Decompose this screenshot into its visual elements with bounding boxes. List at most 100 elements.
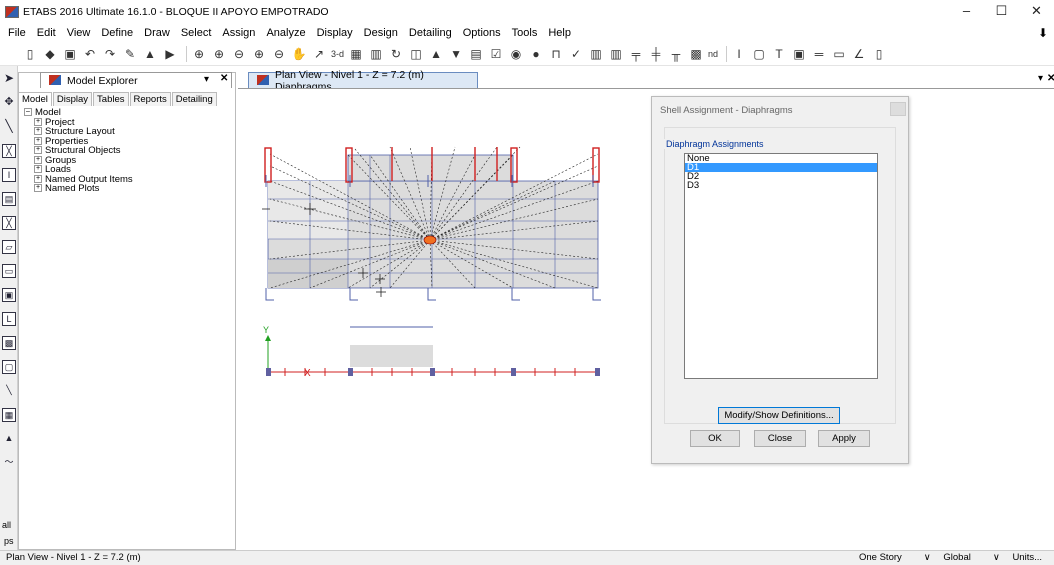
tree-item-groups[interactable]: + Groups [24,155,133,166]
subtab-model[interactable]: Model [18,92,52,106]
quick-draw-walls-icon[interactable]: ▩ [2,336,16,350]
close-button[interactable]: Close [754,430,806,447]
new-model-icon[interactable]: ▯ [22,46,38,62]
open-icon[interactable]: ◆ [42,46,58,62]
menu-assign[interactable]: Assign [222,27,255,39]
menu-tools[interactable]: Tools [512,27,538,39]
expand-icon[interactable]: + [34,155,42,164]
list-item-d3[interactable]: D3 [685,181,877,191]
draw-beam-icon[interactable]: I [731,46,747,62]
menu-define[interactable]: Define [101,27,133,39]
close-window-button[interactable]: ✕ [1019,0,1054,24]
draw-frame-line-icon[interactable]: ╲ [2,120,16,134]
display-options-icon[interactable]: ☑ [488,46,504,62]
menu-analyze[interactable]: Analyze [266,27,305,39]
select-previous-icon[interactable]: ps [4,536,14,546]
draw-link-icon[interactable]: ╲ [2,384,16,398]
move-up-icon[interactable]: ▲ [428,46,444,62]
story-selector[interactable]: One Story [849,551,914,565]
lock-icon[interactable]: ▲ [142,46,158,62]
draw-rectangle-icon[interactable]: ▭ [831,46,847,62]
draw-wall-icon-left[interactable]: L [2,312,16,326]
diaphragm-listbox[interactable]: None D1 D2 D3 [684,153,878,379]
plan-close-icon[interactable]: ✕ [1047,73,1054,84]
rotate-icon[interactable]: ↻ [388,46,404,62]
zoom-previous-icon[interactable]: ⊖ [231,46,247,62]
tree-item-structural-objects[interactable]: + Structural Objects [24,146,133,156]
grid-icon[interactable]: ▥ [588,46,604,62]
plan-view-area[interactable]: Y X [238,88,1054,550]
run-icon[interactable]: ▶ [162,46,178,62]
apply-button[interactable]: Apply [818,430,870,447]
lower-slab[interactable] [350,345,433,367]
nd-button[interactable]: nd [708,49,718,59]
list-item-d2[interactable]: D2 [685,172,877,182]
zoom-in-icon[interactable]: ⊕ [251,46,267,62]
draw-grid-icon[interactable]: ▦ [2,408,16,422]
menu-file[interactable]: File [8,27,26,39]
set-display-icon[interactable]: ◉ [508,46,524,62]
draw-curve-icon[interactable]: 〜 [2,456,16,470]
diaphragm-center-point[interactable] [423,235,437,245]
collapse-icon[interactable]: – [24,108,32,117]
menu-display[interactable]: Display [317,27,353,39]
tab-plan-view[interactable]: Plan View - Nivel 1 - Z = 7.2 (m) Diaphr… [248,69,478,93]
download-arrow-icon[interactable]: ⬇ [1038,26,1048,40]
draw-column-icon[interactable]: I [2,168,16,182]
expand-icon[interactable]: + [34,184,42,193]
color-icon[interactable]: ● [528,46,544,62]
explorer-dropdown-icon[interactable]: ▾ [204,74,209,85]
reshape-icon[interactable]: ✥ [2,96,16,110]
menu-help[interactable]: Help [548,27,571,39]
expand-icon[interactable]: + [34,127,42,136]
draw-floor-icon[interactable]: ▱ [2,240,16,254]
draw-wall-icon[interactable]: ▯ [871,46,887,62]
draw-line-icon[interactable]: ∠ [851,46,867,62]
subtab-detailing[interactable]: Detailing [171,92,217,106]
undo-icon[interactable]: ↶ [82,46,98,62]
3d-view-button[interactable]: 3-d [331,49,344,59]
plan-dropdown-icon[interactable]: ▾ [1038,73,1043,84]
draw-brace-icon[interactable]: ╳ [2,144,16,158]
minimize-button[interactable]: – [949,0,984,24]
menu-draw[interactable]: Draw [144,27,170,39]
frame-icon[interactable]: ⊓ [548,46,564,62]
expand-icon[interactable]: + [34,174,42,183]
perspective-icon[interactable]: ◫ [408,46,424,62]
move-down-icon[interactable]: ▼ [448,46,464,62]
draw-tee-icon[interactable]: T [771,46,787,62]
list-item-d1[interactable]: D1 [685,163,877,172]
check-icon[interactable]: ✓ [568,46,584,62]
expand-icon[interactable]: + [34,117,42,126]
area-icon[interactable]: ▩ [688,46,704,62]
zoom-out-icon[interactable]: ⊖ [271,46,287,62]
draw-area-icon[interactable]: ▢ [751,46,767,62]
subtab-tables[interactable]: Tables [93,92,129,106]
coord-system-selector[interactable]: ∨ Global [924,551,983,565]
menu-options[interactable]: Options [463,27,501,39]
quick-draw-floor-icon[interactable]: ▣ [2,288,16,302]
draw-opening-icon[interactable]: ▢ [2,360,16,374]
slab-extension[interactable] [347,154,514,182]
subtab-display[interactable]: Display [52,92,93,106]
quick-draw-beams-icon[interactable]: ▤ [2,192,16,206]
restore-button[interactable]: ☐ [984,0,1019,24]
elevation-view-icon[interactable]: ▥ [368,46,384,62]
select-all-icon[interactable]: all [2,520,11,530]
menu-view[interactable]: View [67,27,91,39]
expand-icon[interactable]: + [34,136,42,145]
draw-rect-floor-icon[interactable]: ▭ [2,264,16,278]
ok-button[interactable]: OK [690,430,740,447]
rubber-band-icon[interactable]: ↗ [311,46,327,62]
plan-view-icon[interactable]: ▦ [348,46,364,62]
draw-dimension-icon[interactable]: ═ [811,46,827,62]
tree-item-named-plots[interactable]: + Named Plots [24,184,133,194]
plan-drawing[interactable]: Y X [238,89,1054,551]
expand-icon[interactable]: + [34,165,42,174]
draw-section-icon[interactable]: ▣ [791,46,807,62]
subtab-reports[interactable]: Reports [129,92,171,106]
tree-root[interactable]: – Model [24,108,133,118]
menu-detailing[interactable]: Detailing [409,27,452,39]
units-button[interactable]: ∨ Units... [993,551,1054,565]
dialog-close-box[interactable] [890,102,906,116]
